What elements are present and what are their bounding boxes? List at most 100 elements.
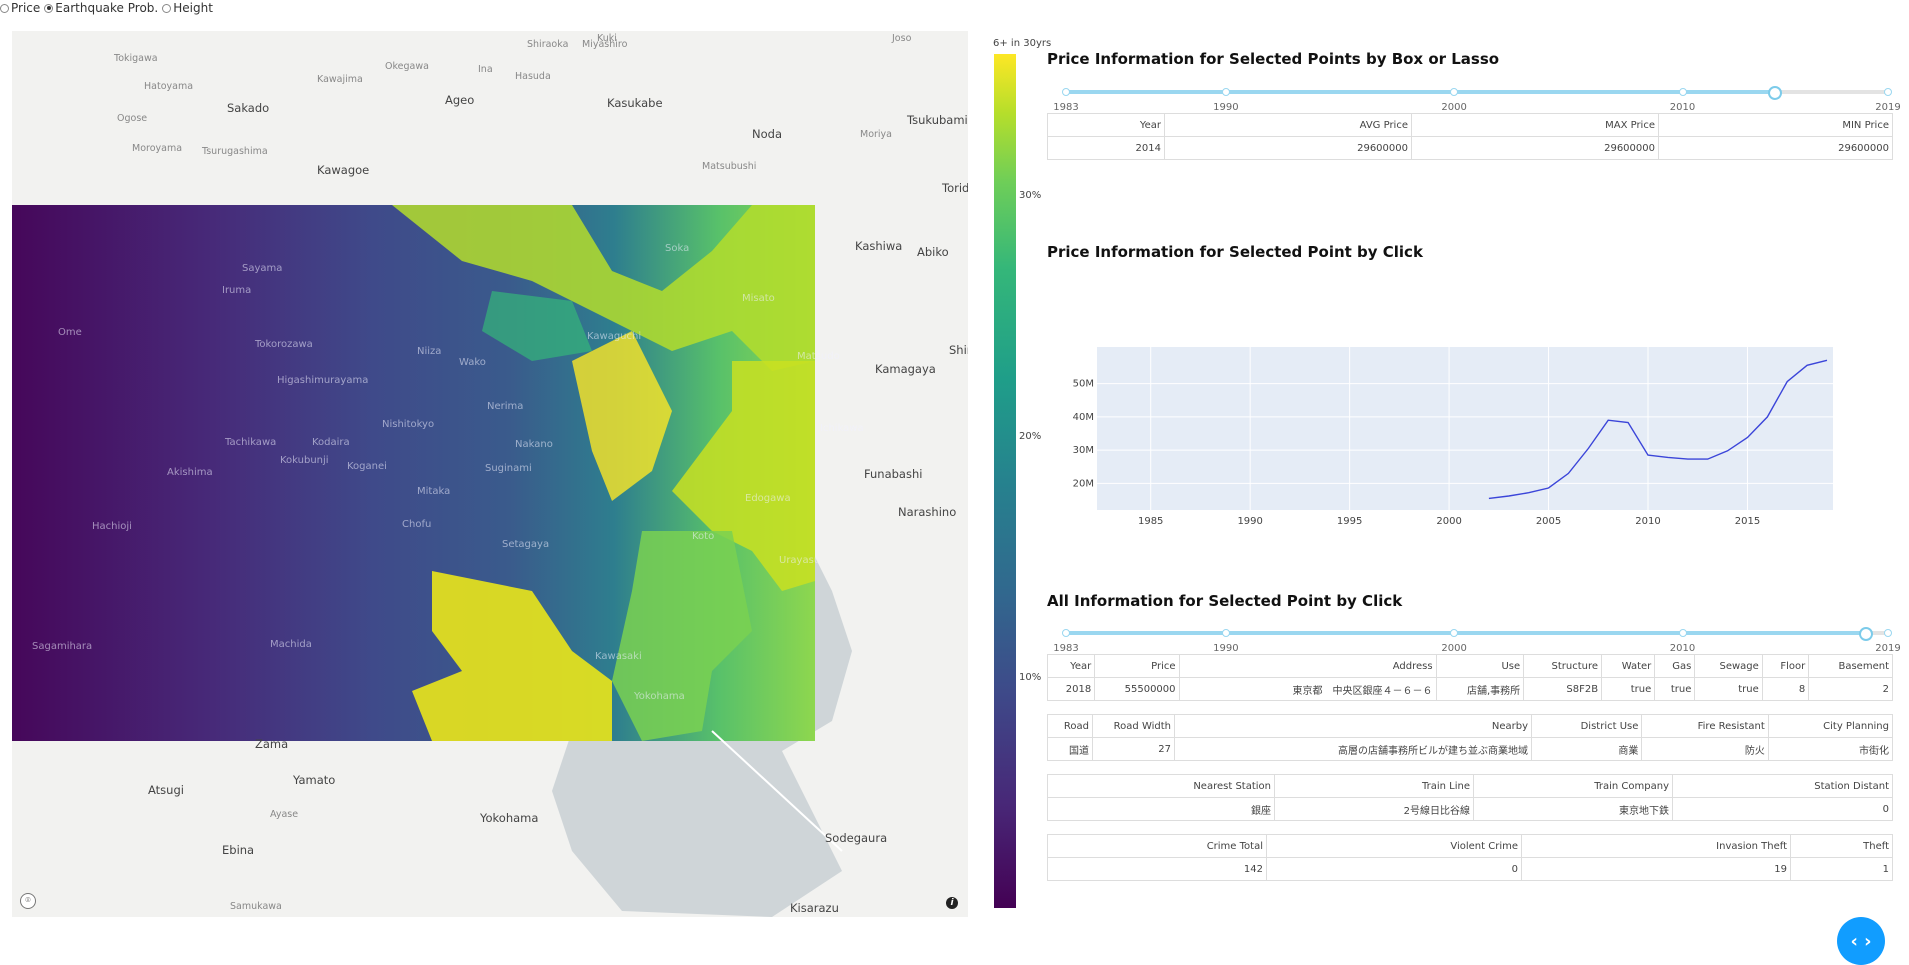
code-toggle-button[interactable]: ‹ › bbox=[1837, 917, 1885, 965]
table-header[interactable]: Road Width bbox=[1092, 714, 1175, 738]
slider-mark-dot[interactable] bbox=[1678, 88, 1687, 96]
table-cell[interactable]: 0 bbox=[1266, 857, 1522, 881]
table-cell[interactable]: true bbox=[1654, 677, 1696, 701]
table-header[interactable]: Basement bbox=[1808, 654, 1893, 678]
table-header[interactable]: Floor bbox=[1761, 654, 1810, 678]
table-header[interactable]: Fire Resistant bbox=[1641, 714, 1769, 738]
table-header[interactable]: Violent Crime bbox=[1266, 834, 1522, 858]
slider-mark-dot[interactable] bbox=[1062, 629, 1070, 637]
table-cell[interactable]: 2号線日比谷線 bbox=[1274, 797, 1474, 821]
radio-price[interactable]: Price bbox=[0, 1, 40, 15]
table-header[interactable]: Year bbox=[1047, 113, 1165, 137]
table-header[interactable]: Theft bbox=[1790, 834, 1893, 858]
radio-height[interactable]: Height bbox=[162, 1, 213, 15]
table-header[interactable]: MAX Price bbox=[1411, 113, 1659, 137]
table-header[interactable]: Nearest Station bbox=[1047, 774, 1275, 798]
slider-handle[interactable] bbox=[1859, 627, 1874, 641]
table-header[interactable]: MIN Price bbox=[1658, 113, 1893, 137]
table-cell[interactable]: 2014 bbox=[1047, 136, 1165, 160]
table-header[interactable]: Use bbox=[1435, 654, 1525, 678]
slider-mark-dot[interactable] bbox=[1221, 88, 1230, 96]
radio-earthquake[interactable]: Earthquake Prob. bbox=[44, 1, 158, 15]
table-cell[interactable]: 29600000 bbox=[1411, 136, 1659, 160]
radio-height-label: Height bbox=[173, 1, 213, 15]
price-history-chart[interactable]: 1985 1990 1995 2000 2005 2010 2015 20M 30M 40M 50M bbox=[1047, 333, 1909, 538]
x-tick-label: 1995 bbox=[1337, 516, 1362, 527]
table-header[interactable]: Price bbox=[1094, 654, 1180, 678]
table-header[interactable]: Address bbox=[1178, 654, 1437, 678]
table-cell[interactable]: 27 bbox=[1092, 737, 1175, 761]
table-cell[interactable]: 国道 bbox=[1047, 737, 1093, 761]
table-cell[interactable]: 142 bbox=[1047, 857, 1267, 881]
place-label: Tsukubamirai bbox=[907, 113, 968, 127]
info-icon[interactable]: i bbox=[946, 897, 958, 909]
heat-place-label: Kodaira bbox=[312, 437, 350, 448]
radio-earthquake-dot[interactable] bbox=[44, 3, 54, 13]
table-cell[interactable]: 高層の店舗事務所ビルが建ち並ぶ商業地域 bbox=[1174, 737, 1532, 761]
table-header[interactable]: Year bbox=[1046, 654, 1096, 678]
table-header[interactable]: Invasion Theft bbox=[1521, 834, 1791, 858]
radio-price-label: Price bbox=[11, 1, 41, 15]
slider-track[interactable] bbox=[1066, 631, 1866, 635]
heat-place-label: Hachioji bbox=[92, 521, 132, 532]
slider-mark-dot[interactable] bbox=[1884, 88, 1892, 96]
table-cell[interactable]: 2018 bbox=[1046, 677, 1096, 701]
heatmap-map[interactable]: Tokigawa Hatoyama Ogose Moroyama Sakado … bbox=[12, 31, 968, 917]
table-cell[interactable]: 商業 bbox=[1530, 737, 1643, 761]
slider-mark-dot[interactable] bbox=[1884, 629, 1892, 637]
table-cell[interactable]: 東京都 中央区銀座４－６－６ bbox=[1178, 677, 1437, 701]
year-slider-all-info[interactable]: 1983 1990 2000 2010 2019 bbox=[1053, 623, 1901, 657]
table-cell[interactable]: true bbox=[1694, 677, 1763, 701]
table-cell[interactable]: 銀座 bbox=[1047, 797, 1275, 821]
table-header[interactable]: District Use bbox=[1530, 714, 1643, 738]
table-cell[interactable]: 0 bbox=[1672, 797, 1893, 821]
table-cell[interactable]: 8 bbox=[1761, 677, 1810, 701]
table-cell[interactable]: 2 bbox=[1808, 677, 1893, 701]
table-cell[interactable]: 19 bbox=[1521, 857, 1791, 881]
place-label: Abiko bbox=[917, 245, 949, 259]
slider-mark-label: 1990 bbox=[1213, 102, 1239, 113]
table-cell[interactable]: 29600000 bbox=[1658, 136, 1893, 160]
slider-handle[interactable] bbox=[1767, 86, 1782, 100]
table-header[interactable]: Road bbox=[1047, 714, 1093, 738]
table-header[interactable]: Train Line bbox=[1274, 774, 1474, 798]
year-slider-box-lasso[interactable]: 1983 1990 2000 2010 2019 bbox=[1053, 82, 1901, 116]
table-cell[interactable]: 店舗,事務所 bbox=[1435, 677, 1525, 701]
colorbar-tick: 10% bbox=[1019, 672, 1042, 683]
table-header[interactable]: Nearby bbox=[1174, 714, 1532, 738]
table-header[interactable]: Crime Total bbox=[1047, 834, 1267, 858]
slider-mark-dot[interactable] bbox=[1221, 629, 1230, 637]
table-header[interactable]: Train Company bbox=[1473, 774, 1673, 798]
table-header[interactable]: Water bbox=[1601, 654, 1656, 678]
table-cell[interactable]: 東京地下鉄 bbox=[1473, 797, 1673, 821]
slider-mark-dot[interactable] bbox=[1450, 88, 1459, 96]
table-cell[interactable]: 防火 bbox=[1641, 737, 1769, 761]
radio-price-dot[interactable] bbox=[0, 3, 9, 13]
table-header[interactable]: Sewage bbox=[1694, 654, 1763, 678]
slider-mark-dot[interactable] bbox=[1678, 629, 1687, 637]
table-header[interactable]: Structure bbox=[1523, 654, 1603, 678]
slider-track[interactable] bbox=[1066, 90, 1774, 94]
slider-mark-dot[interactable] bbox=[1450, 629, 1459, 637]
slider-mark-label: 1990 bbox=[1213, 643, 1239, 654]
table-cell[interactable]: 1 bbox=[1790, 857, 1893, 881]
place-label: Kawagoe bbox=[317, 163, 370, 177]
table-cell[interactable]: 市街化 bbox=[1767, 737, 1894, 761]
mapbox-logo-icon[interactable]: ⌾ bbox=[20, 893, 36, 909]
y-tick-label: 20M bbox=[1073, 478, 1094, 489]
table-cell[interactable]: 29600000 bbox=[1164, 136, 1412, 160]
table-cell[interactable]: S8F2B bbox=[1523, 677, 1603, 701]
table-header[interactable]: AVG Price bbox=[1164, 113, 1412, 137]
table-header[interactable]: City Planning bbox=[1767, 714, 1894, 738]
heat-place-label: Nakano bbox=[515, 439, 553, 450]
heat-place-label: Suginami bbox=[485, 463, 532, 474]
x-tick-label: 2005 bbox=[1536, 516, 1561, 527]
radio-height-dot[interactable] bbox=[162, 3, 172, 13]
station-table: Nearest Station Train Line Train Company… bbox=[1047, 774, 1893, 821]
table-header[interactable]: Station Distant bbox=[1672, 774, 1893, 798]
table-row: 2014 29600000 29600000 29600000 bbox=[1047, 136, 1893, 160]
table-cell[interactable]: true bbox=[1601, 677, 1656, 701]
table-header[interactable]: Gas bbox=[1654, 654, 1696, 678]
table-cell[interactable]: 55500000 bbox=[1094, 677, 1180, 701]
slider-mark-dot[interactable] bbox=[1062, 88, 1070, 96]
